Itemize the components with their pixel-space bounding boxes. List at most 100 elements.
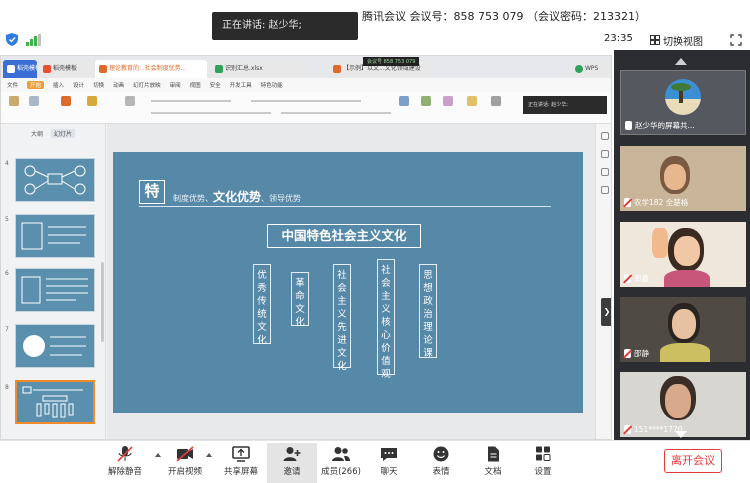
find-icon[interactable] xyxy=(467,96,477,106)
leave-meeting-button[interactable]: 离开会议 xyxy=(664,449,722,473)
format-icon[interactable] xyxy=(125,96,135,106)
panel-collapse-handle[interactable]: ❯ xyxy=(601,298,611,326)
menu-item[interactable]: 审阅 xyxy=(170,81,181,89)
new-slide-icon[interactable] xyxy=(61,96,71,106)
members-button[interactable]: 成员(266) xyxy=(316,443,366,483)
participant-tile[interactable]: 邵静 xyxy=(620,297,746,362)
documents-button[interactable]: 文档 xyxy=(468,443,518,483)
participant-tile[interactable]: 郭鑫 xyxy=(620,222,746,287)
participant-video-column: 赵少华的屏幕共... 农学182 全楚格 郭鑫 邵静 151****1770 xyxy=(614,50,750,440)
participant-face xyxy=(672,309,696,339)
menu-item[interactable]: 动画 xyxy=(113,81,124,89)
slide-thumbnail[interactable] xyxy=(15,158,95,202)
menu-item[interactable]: 视图 xyxy=(190,81,201,89)
participant-clothes xyxy=(664,270,710,287)
speaking-indicator: 正在讲话: 赵少华; xyxy=(212,12,358,40)
thumb-number: 5 xyxy=(5,216,9,223)
slide-thumbnail[interactable] xyxy=(15,214,95,258)
shared-screen: 稻壳模板 稻壳模板 理论教育的...社会制度优势... 识别汇总.xlsx 【示… xyxy=(0,55,612,440)
participant-name-row: 邵静 xyxy=(624,348,649,359)
textbox-icon[interactable] xyxy=(399,96,409,106)
menu-item-active[interactable]: 开始 xyxy=(27,81,45,89)
thumb-diagram-icon xyxy=(24,165,86,195)
browser-tab-active[interactable]: 理论教育的...社会制度优势... xyxy=(95,60,207,78)
participant-name-row: 农学182 全楚格 xyxy=(624,197,688,208)
participant-face xyxy=(674,236,700,266)
property-icon[interactable] xyxy=(601,132,609,140)
participant-tile-screen-share[interactable]: 赵少华的屏幕共... xyxy=(620,70,746,135)
cut-icon[interactable] xyxy=(29,96,39,106)
network-signal-icon[interactable] xyxy=(26,34,41,46)
style-icon[interactable] xyxy=(601,150,609,158)
browser-tab[interactable]: 稻壳模板 xyxy=(39,60,93,78)
font-selector[interactable] xyxy=(151,100,231,102)
documents-label: 文档 xyxy=(484,467,502,477)
font-style-row[interactable] xyxy=(151,112,271,114)
thumb-number: 8 xyxy=(5,384,9,391)
slide-thumbnail-selected[interactable] xyxy=(15,380,95,424)
start-video-button[interactable]: 开启视频 xyxy=(160,443,210,483)
vertical-item: 社会主义先进文化 xyxy=(333,264,351,372)
outline-tab[interactable]: 大纲 xyxy=(31,129,43,138)
vertical-text: 社会主义先进文化 xyxy=(337,270,347,372)
chat-label: 聊天 xyxy=(380,467,398,477)
select-icon[interactable] xyxy=(491,96,501,106)
scroll-up-icon[interactable] xyxy=(675,58,687,65)
alignment-row[interactable] xyxy=(281,112,391,114)
thumb-lines-icon xyxy=(21,222,86,250)
paragraph-row[interactable] xyxy=(251,100,361,102)
members-label: 成员(266) xyxy=(321,467,361,477)
avatar xyxy=(665,79,701,115)
current-slide[interactable]: 特 制度优势、文化优势、领导优势 中国特色社会主义文化 优秀传统文化 革命文化 … xyxy=(113,152,583,413)
participant-tile[interactable]: 151****1770 xyxy=(620,372,746,437)
settings-button[interactable]: 设置 xyxy=(518,443,568,483)
menu-item[interactable]: 设计 xyxy=(73,81,84,89)
menu-item[interactable]: 安全 xyxy=(210,81,221,89)
browser-tab[interactable]: 识别汇总.xlsx xyxy=(211,60,307,78)
arrange-icon[interactable] xyxy=(443,96,453,106)
switch-view-button[interactable]: 切换视图 xyxy=(650,31,703,49)
slides-tab[interactable]: 幻灯片 xyxy=(51,129,76,138)
participant-name-row: 郭鑫 xyxy=(624,273,649,284)
slide-title: 中国特色社会主义文化 xyxy=(267,224,421,248)
paste-icon[interactable] xyxy=(9,96,19,106)
browser-tab[interactable]: 稻壳模板 xyxy=(3,60,37,78)
layout-icon[interactable] xyxy=(87,96,97,106)
fullscreen-icon[interactable] xyxy=(730,34,742,46)
tab-label: 理论教育的...社会制度优势... xyxy=(109,65,187,72)
vertical-text: 思想政治理论课 xyxy=(423,270,433,359)
thumbnail-scrollbar[interactable] xyxy=(101,262,104,342)
subtitle-part: 、领导优势 xyxy=(261,194,302,203)
video-options-caret[interactable] xyxy=(206,453,212,457)
animation-icon[interactable] xyxy=(601,168,609,176)
vertical-item: 社会主义核心价值观 xyxy=(377,259,395,380)
menu-item[interactable]: 文件 xyxy=(7,81,18,89)
slide-thumbnail[interactable] xyxy=(15,324,95,368)
unmute-button[interactable]: 解除静音 xyxy=(100,443,150,483)
menu-item[interactable]: 切换 xyxy=(93,81,104,89)
grid-view-icon xyxy=(650,35,660,45)
scroll-down-icon[interactable] xyxy=(675,431,687,438)
more-icon[interactable] xyxy=(601,186,609,194)
browser-tab[interactable]: WPS xyxy=(571,60,611,78)
vertical-item: 革命文化 xyxy=(291,272,309,328)
tencent-meeting-window: 正在讲话: 赵少华; 腾讯会议 会议号：858 753 079 （会议密码：21… xyxy=(0,0,750,483)
mic-icon xyxy=(625,121,632,130)
share-screen-button[interactable]: 共享屏幕 xyxy=(216,443,266,483)
reactions-button[interactable]: 表情 xyxy=(416,443,466,483)
mic-muted-icon xyxy=(117,446,133,462)
menu-item[interactable]: 插入 xyxy=(53,81,64,89)
camera-off-icon xyxy=(176,446,194,462)
menu-item[interactable]: 幻灯片放映 xyxy=(133,81,161,89)
invite-user-icon xyxy=(283,447,301,461)
slide-thumbnail[interactable] xyxy=(15,268,95,312)
menu-item[interactable]: 特色功能 xyxy=(261,81,283,89)
invite-button[interactable]: 邀请 xyxy=(267,443,317,483)
chat-button[interactable]: 聊天 xyxy=(364,443,414,483)
menu-item[interactable]: 开发工具 xyxy=(230,81,252,89)
vertical-text: 革命文化 xyxy=(295,278,305,328)
participant-tile[interactable]: 农学182 全楚格 xyxy=(620,146,746,211)
slide-divider xyxy=(139,206,551,207)
shape-icon[interactable] xyxy=(421,96,431,106)
shield-icon[interactable] xyxy=(6,33,18,46)
